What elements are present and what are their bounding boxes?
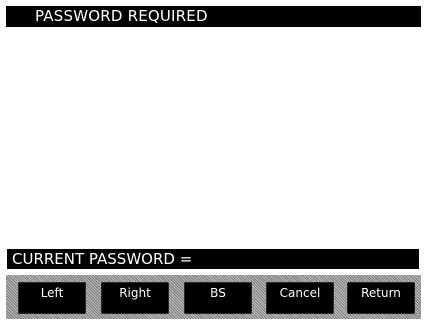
right-button[interactable]: Right (101, 282, 169, 314)
cancel-button-label: Cancel (279, 286, 321, 300)
content-area (6, 27, 421, 253)
title-bar: PASSWORD REQUIRED (6, 6, 421, 27)
left-button-label: Left (40, 286, 64, 300)
password-input[interactable]: CURRENT PASSWORD = (7, 249, 419, 269)
right-button-label: Right (119, 286, 151, 300)
return-button-label: Return (361, 286, 401, 300)
instrument-screen: PASSWORD REQUIRED (6, 6, 421, 318)
cancel-button[interactable]: Cancel (266, 282, 334, 314)
softkey-bar: Left Right BS Cancel Return (6, 275, 421, 319)
backspace-button[interactable]: BS (184, 282, 252, 314)
password-prompt-label: CURRENT PASSWORD = (12, 250, 193, 268)
return-button[interactable]: Return (347, 282, 415, 314)
backspace-button-label: BS (210, 286, 226, 300)
title-text: PASSWORD REQUIRED (35, 7, 208, 25)
left-button[interactable]: Left (18, 282, 86, 314)
